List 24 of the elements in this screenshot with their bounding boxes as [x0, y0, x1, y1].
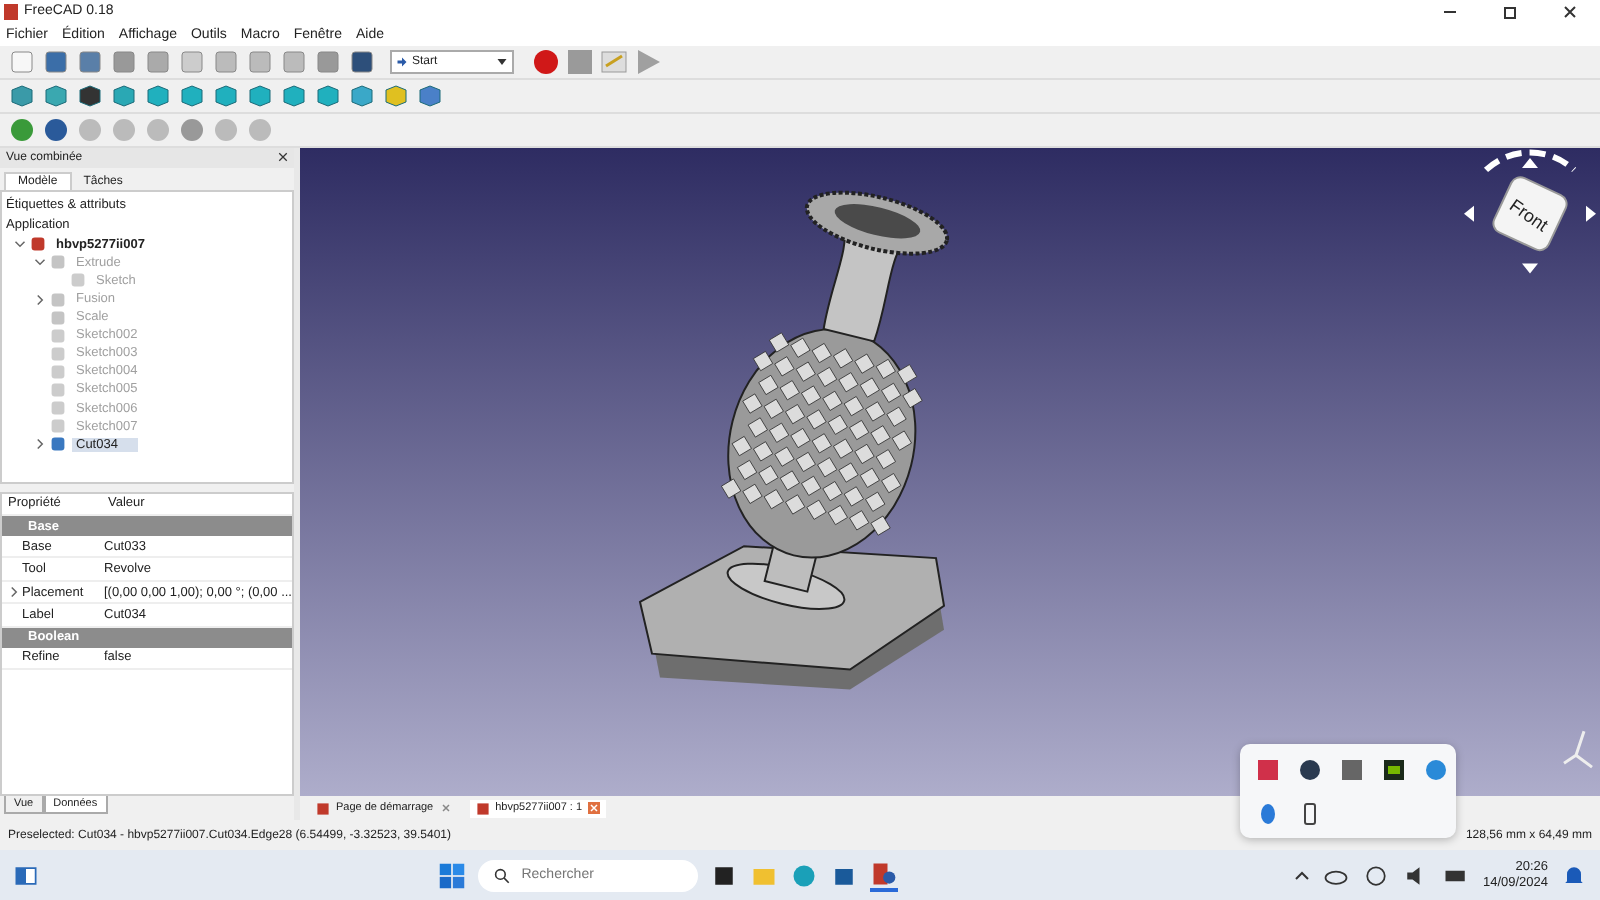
collapse-icon[interactable] [34, 256, 46, 269]
expand-icon[interactable] [34, 293, 46, 305]
app-icon[interactable] [1256, 758, 1280, 782]
arrow-icon [396, 55, 408, 68]
caret-icon[interactable] [496, 55, 508, 68]
close-icon[interactable] [1560, 1, 1580, 22]
axis-indicator-drawing [1562, 729, 1594, 768]
app-logo-icon [4, 3, 18, 20]
close-icon[interactable] [278, 152, 288, 163]
tree-node-icon [70, 272, 86, 289]
tree-node-icon [50, 254, 66, 271]
tree-node-icon [30, 236, 46, 253]
record-icon[interactable] [532, 47, 560, 76]
app-icon[interactable] [1340, 758, 1364, 782]
app-logo-icon [316, 801, 330, 816]
expand-icon[interactable] [8, 586, 20, 599]
play-icon[interactable] [634, 47, 662, 76]
chevron-icon[interactable] [1294, 867, 1311, 884]
expand-icon[interactable] [34, 438, 46, 451]
restore-icon[interactable] [1500, 1, 1520, 22]
widgets-icon[interactable] [12, 861, 40, 890]
windows-start-icon[interactable] [437, 861, 466, 890]
collapse-icon[interactable] [14, 238, 26, 251]
app-logo-icon [475, 801, 490, 816]
